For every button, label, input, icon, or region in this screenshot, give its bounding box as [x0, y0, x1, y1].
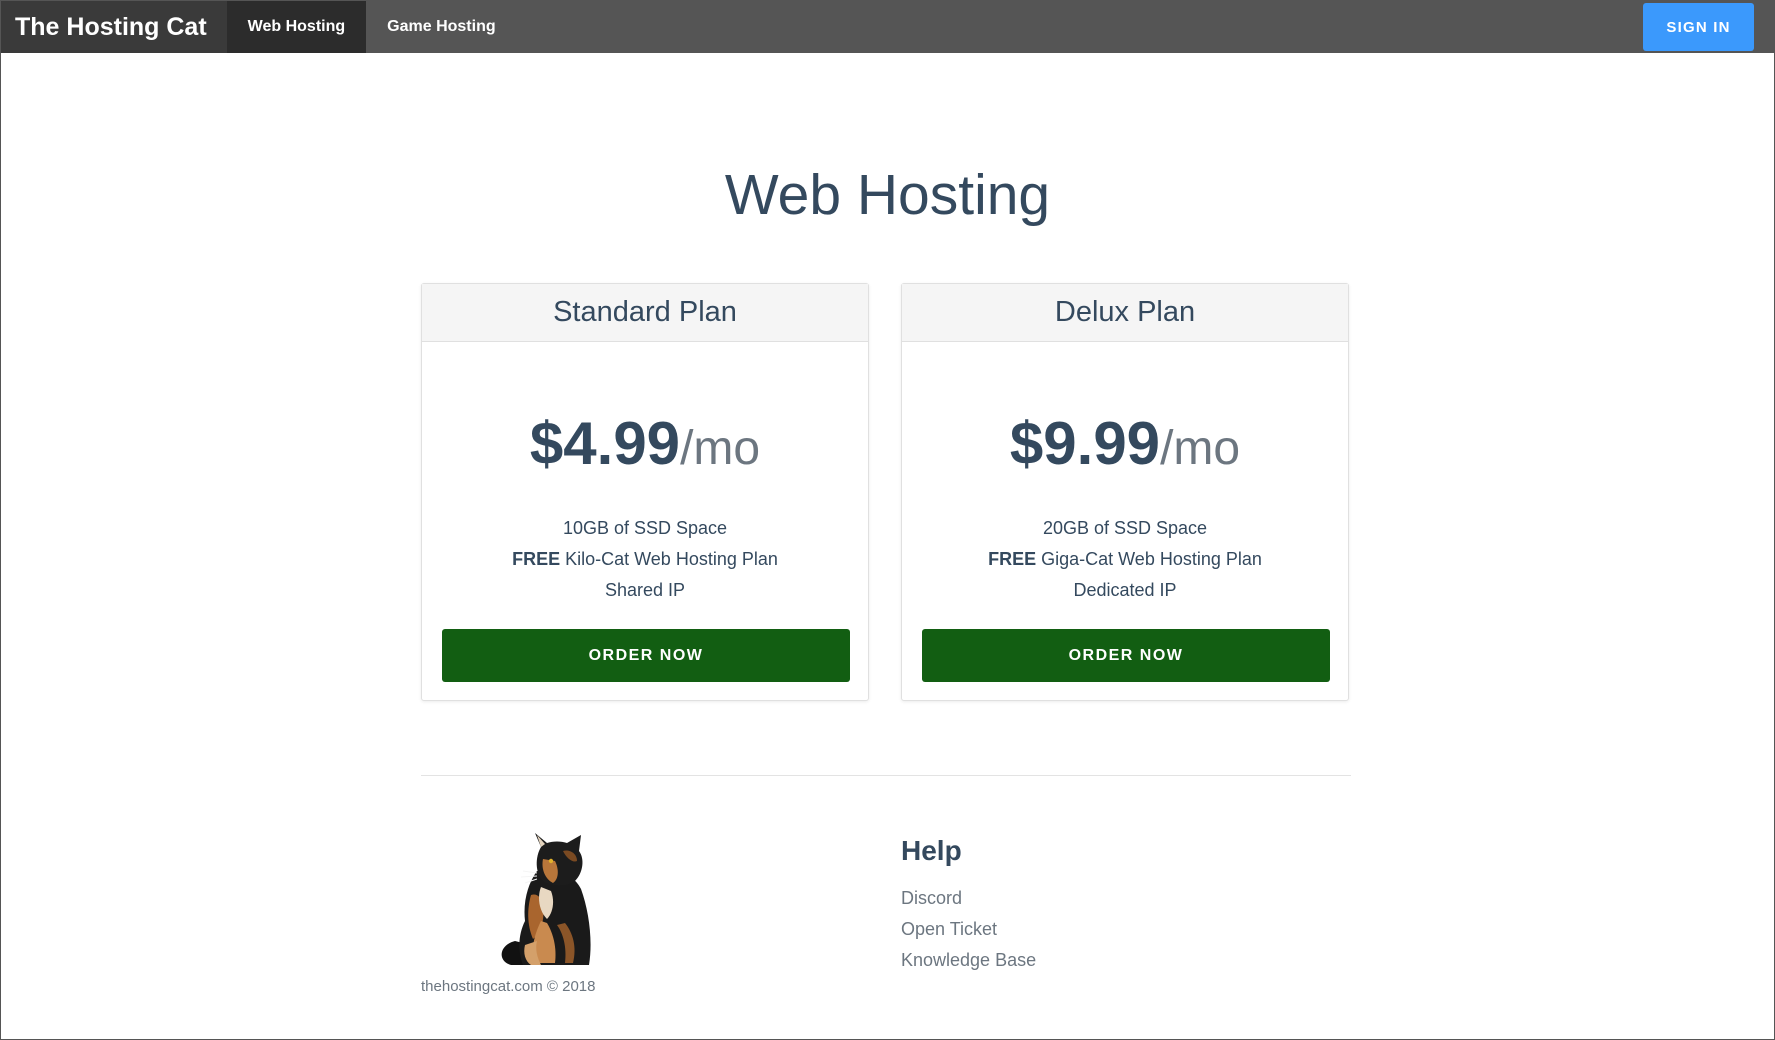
free-label: FREE [988, 549, 1037, 569]
feature-free-plan: FREE Giga-Cat Web Hosting Plan [902, 544, 1348, 575]
top-navbar: The Hosting Cat Web Hosting Game Hosting… [1, 1, 1774, 53]
help-link-knowledge-base[interactable]: Knowledge Base [901, 945, 1036, 976]
copyright-text: thehostingcat.com © 2018 [421, 978, 596, 995]
feature-space: 20GB of SSD Space [1042, 518, 1208, 538]
feature-ip: Shared IP [604, 580, 686, 600]
plan-features: 20GB of SSD Space FREE Giga-Cat Web Host… [902, 513, 1348, 606]
order-now-button[interactable]: ORDER NOW [442, 629, 850, 682]
help-links: Discord Open Ticket Knowledge Base [901, 883, 1036, 976]
plan-price: $9.99/mo [902, 404, 1348, 500]
price-amount: $9.99 [1009, 410, 1161, 477]
price-unit: /mo [680, 422, 761, 475]
help-link-discord[interactable]: Discord [901, 883, 1036, 914]
help-heading: Help [901, 835, 962, 866]
nav-item-web-hosting[interactable]: Web Hosting [226, 1, 367, 53]
footer-divider [421, 775, 1351, 776]
plan-features: 10GB of SSD Space FREE Kilo-Cat Web Host… [422, 513, 868, 606]
sign-in-button[interactable]: SIGN IN [1643, 3, 1754, 51]
feature-free-plan: FREE Kilo-Cat Web Hosting Plan [422, 544, 868, 575]
free-label: FREE [512, 549, 561, 569]
help-link-open-ticket[interactable]: Open Ticket [901, 914, 1036, 945]
nav-item-game-hosting[interactable]: Game Hosting [366, 1, 516, 53]
plan-price: $4.99/mo [422, 404, 868, 500]
feature-space: 10GB of SSD Space [562, 518, 728, 538]
pricing-card-standard: Standard Plan $4.99/mo 10GB of SSD Space… [421, 283, 869, 701]
price-unit: /mo [1160, 422, 1241, 475]
plan-name: Delux Plan [902, 284, 1348, 342]
cat-logo-icon [501, 833, 591, 965]
order-now-button[interactable]: ORDER NOW [922, 629, 1330, 682]
page-title: Web Hosting [724, 163, 1051, 227]
pricing-card-delux: Delux Plan $9.99/mo 20GB of SSD Space FR… [901, 283, 1349, 701]
free-plan-text: Giga-Cat Web Hosting Plan [1036, 549, 1262, 569]
feature-ip: Dedicated IP [1073, 580, 1177, 600]
price-amount: $4.99 [529, 410, 681, 477]
brand-logo[interactable]: The Hosting Cat [1, 1, 227, 53]
plan-name: Standard Plan [422, 284, 868, 342]
free-plan-text: Kilo-Cat Web Hosting Plan [560, 549, 778, 569]
